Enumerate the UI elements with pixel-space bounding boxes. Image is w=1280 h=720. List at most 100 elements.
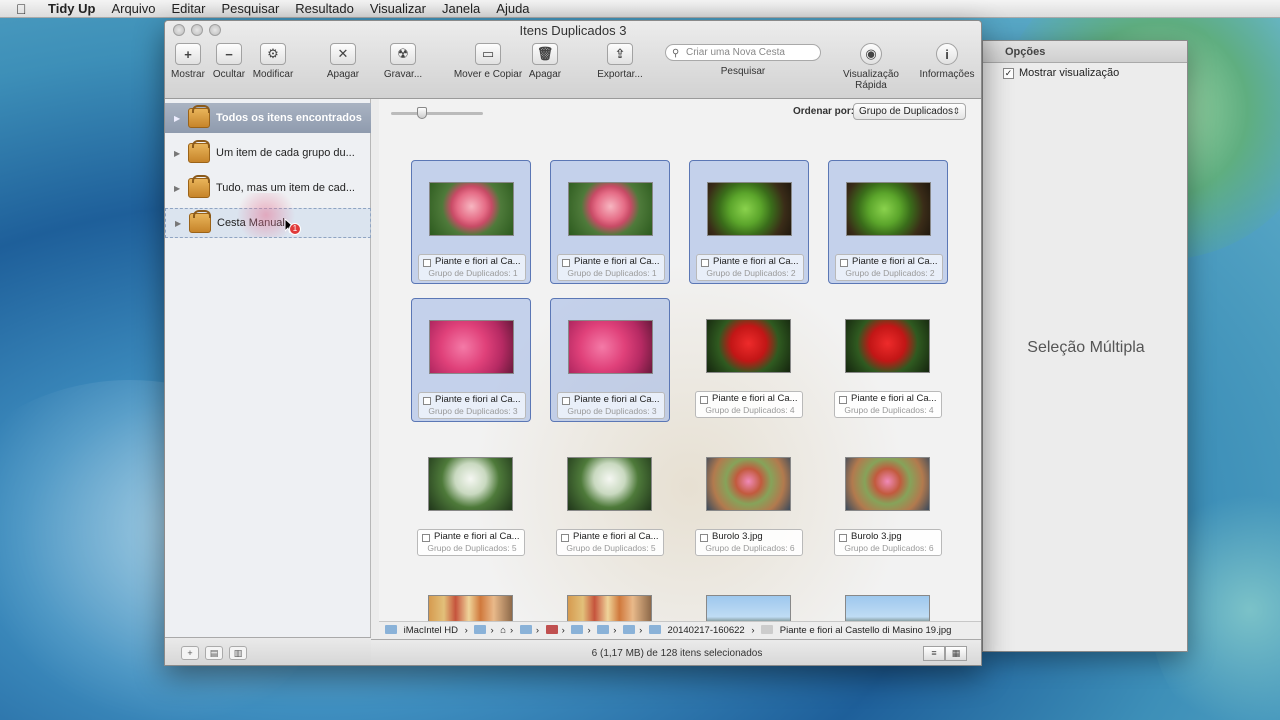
photo-thumbnail [428,457,513,511]
options-panel: Opções ✓ Mostrar visualização Seleção Mú… [982,40,1188,652]
burn-button[interactable]: ☢ Gravar... [381,43,425,80]
disclosure-triangle-icon[interactable]: ▶ [174,114,184,123]
minus-icon: − [216,43,242,65]
item-name: Piante e fiori al Ca... [712,393,798,404]
photo-thumbnail [429,320,514,374]
pictures-folder-icon[interactable] [545,625,558,634]
grid-item[interactable]: Piante e fiori al Ca... Grupo de Duplicad… [411,436,531,560]
grid-item[interactable]: Piante e fiori al Ca... Grupo de Duplicad… [550,298,670,422]
quick-look-button[interactable]: ◉ Visualização Rápida [827,43,915,91]
sidebar-item-one-per-group[interactable]: ▶ Um item de cada grupo du... [165,138,371,168]
show-button[interactable]: + Mostrar [171,43,205,80]
chevron-right-icon: › [639,625,643,636]
add-basket-icon[interactable]: + [181,645,199,660]
item-checkbox[interactable] [562,259,570,267]
item-checkbox[interactable] [423,259,431,267]
grid-item[interactable]: Piante e fiori al Ca... Grupo de Duplicad… [828,160,948,284]
item-checkbox[interactable] [422,534,430,542]
search-label: Pesquisar [720,66,766,77]
delete-button-1[interactable]: ✕ Apagar [325,43,361,80]
multi-selection-label: Seleção Múltipla [1027,339,1145,356]
chevron-right-icon: › [464,625,468,636]
grid-item[interactable]: Piante e fiori al Ca... Grupo de Duplicad… [411,298,531,422]
file-icon [761,625,774,634]
menu-editar[interactable]: Editar [172,1,206,16]
search-icon: ⚲ [672,48,680,59]
folder-icon[interactable] [597,625,610,634]
folder-icon[interactable] [474,625,487,634]
item-checkbox[interactable] [839,534,847,542]
disclosure-triangle-icon[interactable]: ▶ [175,219,185,228]
checkmark-icon: ✓ [1003,67,1014,79]
sidebar-item-label: Um item de cada grupo du... [216,147,355,159]
info-label: Informações [919,69,975,80]
options-header: Opções [983,41,1187,63]
grid-item[interactable]: Piante e fiori al Ca... Grupo de Duplicad… [689,298,809,422]
updown-arrows-icon: ⇕ [952,106,960,116]
thumbnail-size-slider[interactable] [391,107,483,119]
item-name: Burolo 3.jpg [851,531,902,542]
apple-icon[interactable]:  [16,2,34,16]
disclosure-triangle-icon[interactable]: ▶ [174,184,184,193]
drag-count-badge: 1 [289,223,301,235]
menu-arquivo[interactable]: Arquivo [111,1,155,16]
folder-icon[interactable] [519,625,532,634]
window-title: Itens Duplicados 3 [519,23,627,38]
menu-app-name[interactable]: Tidy Up [48,1,95,16]
item-name: Piante e fiori al Ca... [435,256,521,267]
item-group: Grupo de Duplicados: 6 [844,543,934,553]
menu-visualizar[interactable]: Visualizar [370,1,426,16]
grid-item[interactable]: Piante e fiori al Ca... Grupo de Duplicad… [550,160,670,284]
path-file[interactable]: Piante e fiori al Castello di Masino 19.… [780,625,952,636]
folder-icon[interactable] [623,625,636,634]
menu-janela[interactable]: Janela [442,1,480,16]
hide-label: Ocultar [212,69,246,80]
folder-icon[interactable] [571,625,584,634]
item-checkbox[interactable] [562,397,570,405]
home-icon[interactable]: ⌂ [500,625,506,636]
photo-thumbnail [707,182,792,236]
move-copy-button[interactable]: ▭ Mover e Copiar [453,43,523,80]
basket-action-icon[interactable]: ▤ [205,645,223,660]
item-name: Piante e fiori al Ca... [574,394,660,405]
search-input[interactable]: ⚲ Criar uma Nova Cesta [665,44,821,61]
menu-ajuda[interactable]: Ajuda [496,1,529,16]
export-button[interactable]: ⇪ Exportar... [595,43,645,80]
folder-icon [648,625,661,634]
item-checkbox[interactable] [840,259,848,267]
menu-resultado[interactable]: Resultado [295,1,354,16]
item-checkbox[interactable] [700,534,708,542]
path-bar: iMacIntel HD › › ⌂ › › › › › › 20140217-1… [379,621,981,639]
grid-item[interactable]: Piante e fiori al Ca... Grupo de Duplicad… [689,160,809,284]
hide-button[interactable]: − Ocultar [211,43,247,80]
sidebar: ▶ Todos os itens encontrados ▶ Um item d… [165,99,371,637]
delete-button-2[interactable]: 🗑 Apagar [527,43,563,80]
grid-item[interactable]: Piante e fiori al Ca... Grupo de Duplicad… [411,160,531,284]
sort-select[interactable]: Grupo de Duplicados ⇕ [853,103,966,120]
show-preview-checkbox[interactable]: ✓ Mostrar visualização [1003,67,1119,79]
item-checkbox[interactable] [423,397,431,405]
path-folder[interactable]: 20140217-160622 [668,625,745,636]
item-group: Grupo de Duplicados: 4 [844,405,934,415]
trash-icon[interactable]: ▥ [229,645,247,660]
path-disk[interactable]: iMacIntel HD [404,625,458,636]
info-button[interactable]: i Informações [919,43,975,80]
modify-button[interactable]: ⚙ Modificar [251,43,295,80]
item-checkbox[interactable] [700,396,708,404]
item-checkbox[interactable] [839,396,847,404]
main-window: Itens Duplicados 3 + Mostrar − Ocultar ⚙… [164,20,982,666]
photo-thumbnail [429,182,514,236]
grid-item[interactable]: Piante e fiori al Ca... Grupo de Duplicad… [550,436,670,560]
disclosure-triangle-icon[interactable]: ▶ [174,149,184,158]
sidebar-item-all[interactable]: ▶ Todos os itens encontrados [165,103,371,133]
item-checkbox[interactable] [561,534,569,542]
menu-pesquisar[interactable]: Pesquisar [221,1,279,16]
grid-item[interactable]: Burolo 3.jpg Grupo de Duplicados: 6 [689,436,809,560]
photo-thumbnail [846,182,931,236]
item-checkbox[interactable] [701,259,709,267]
grid-item[interactable]: Burolo 3.jpg Grupo de Duplicados: 6 [828,436,948,560]
slider-thumb[interactable] [417,107,427,119]
grid-item[interactable]: Piante e fiori al Ca... Grupo de Duplicad… [828,298,948,422]
grid-view-icon[interactable]: ▦ [945,646,967,661]
list-view-icon[interactable]: ≡ [923,646,945,661]
